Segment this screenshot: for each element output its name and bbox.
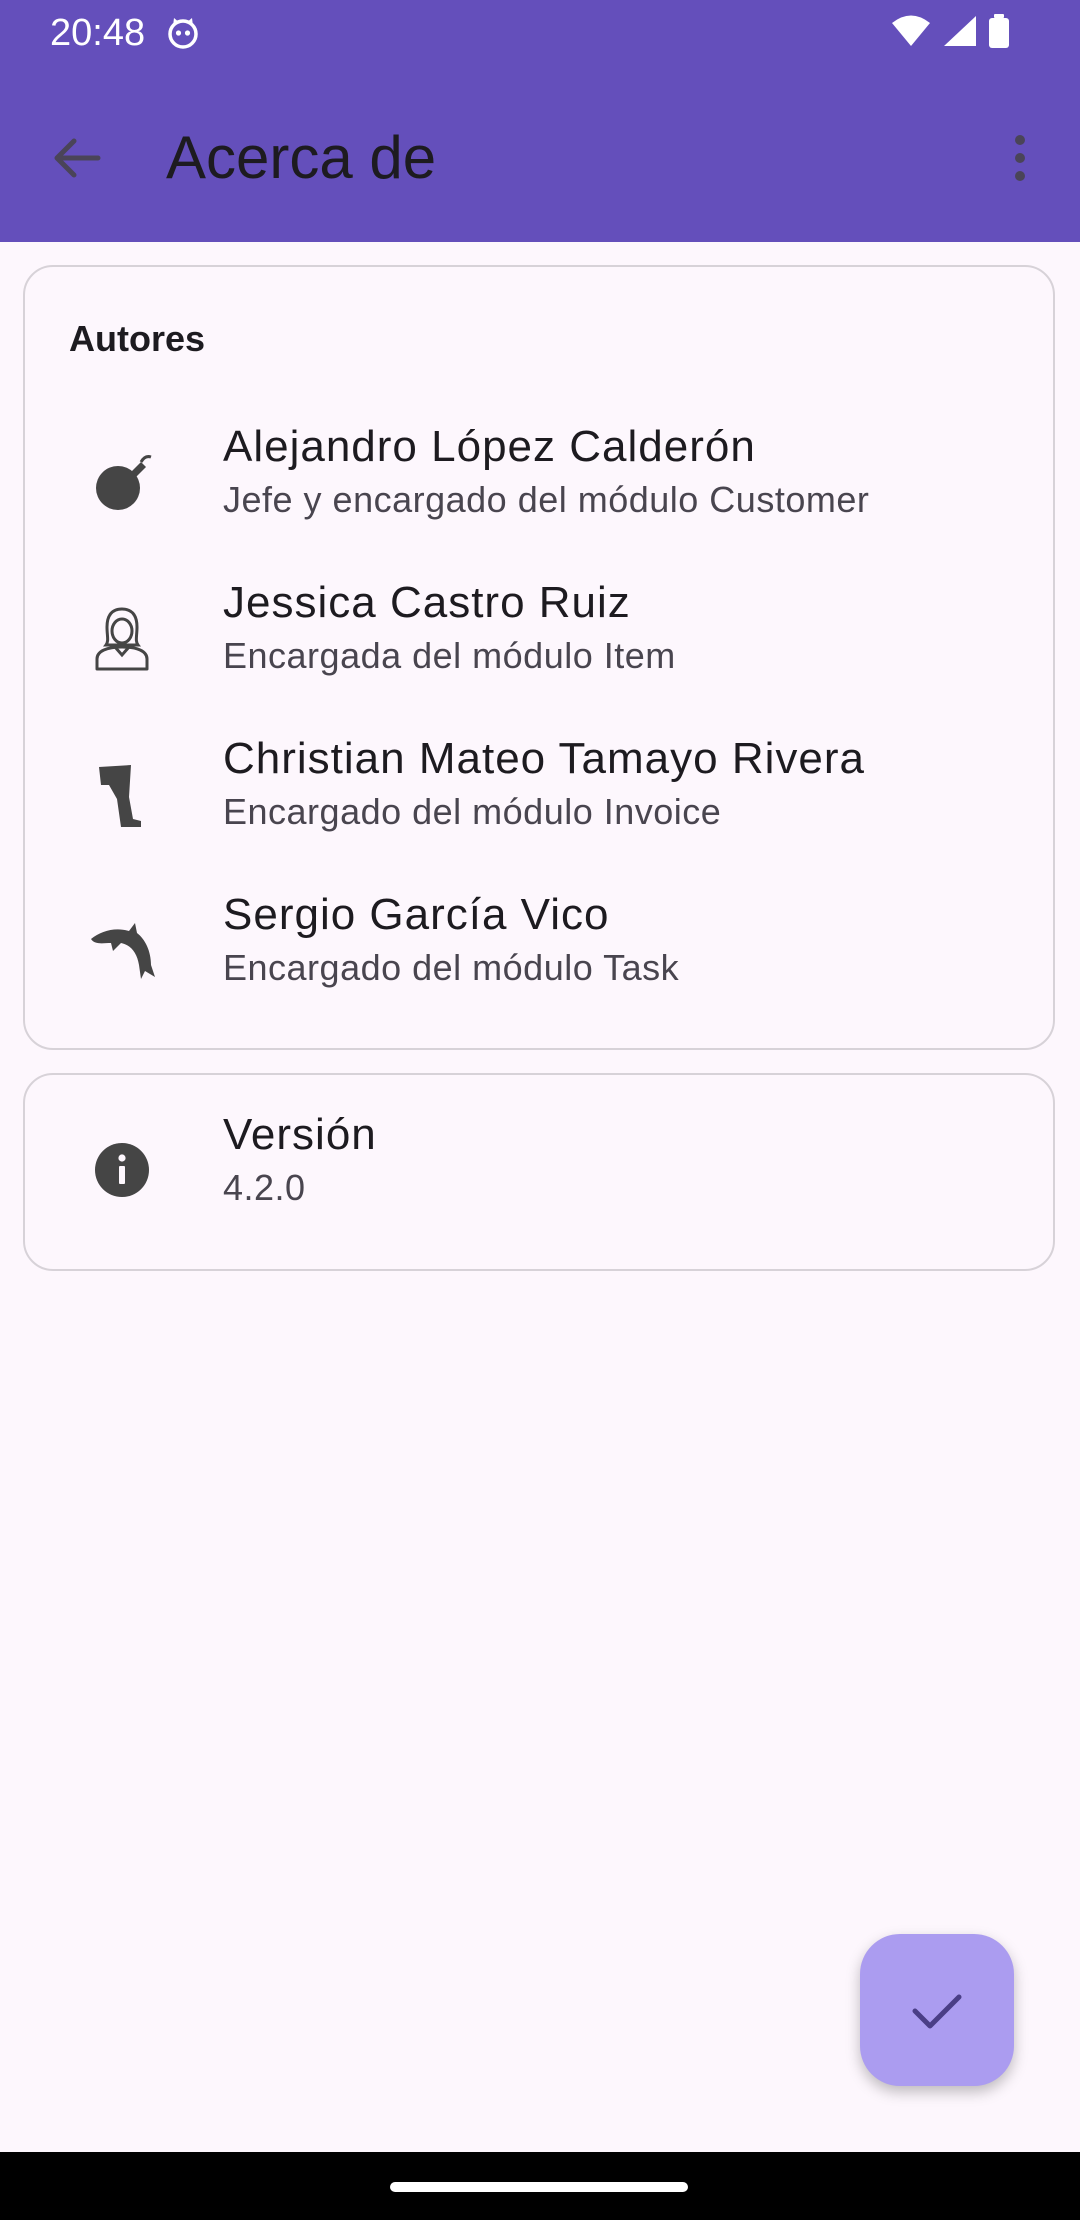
author-item-jessica[interactable]: Jessica Castro Ruiz Encargada del módulo… <box>25 563 1053 713</box>
check-icon <box>912 1994 962 2029</box>
author-name: Jessica Castro Ruiz <box>223 578 631 627</box>
version-card: Versión 4.2.0 <box>23 1073 1055 1271</box>
version-value: 4.2.0 <box>223 1167 306 1208</box>
woman-avatar-icon <box>87 603 157 673</box>
battery-icon <box>988 13 1010 53</box>
author-name: Sergio García Vico <box>223 890 610 939</box>
status-time: 20:48 <box>50 12 146 54</box>
arrow-back-icon <box>54 138 101 178</box>
version-item[interactable]: Versión 4.2.0 <box>25 1095 1053 1245</box>
author-name: Christian Mateo Tamayo Rivera <box>223 734 865 783</box>
author-item-christian[interactable]: Christian Mateo Tamayo Rivera Encargado … <box>25 719 1053 869</box>
back-button[interactable] <box>40 122 112 194</box>
author-role: Encargado del módulo Task <box>223 947 680 988</box>
dolphin-icon <box>87 915 157 985</box>
cat-notification-icon <box>166 16 200 50</box>
bomb-icon <box>87 447 157 517</box>
author-role: Jefe y encargado del módulo Customer <box>223 479 870 520</box>
author-role: Encargado del módulo Invoice <box>223 791 722 832</box>
more-options-button[interactable] <box>984 122 1056 194</box>
author-item-alejandro[interactable]: Alejandro López Calderón Jefe y encargad… <box>25 407 1053 557</box>
wifi-icon <box>890 14 932 53</box>
top-app-bar: Acerca de <box>0 64 1080 242</box>
signal-icon <box>942 14 978 53</box>
navigation-bar <box>0 2152 1080 2220</box>
author-item-sergio[interactable]: Sergio García Vico Encargado del módulo … <box>25 875 1053 1025</box>
version-label: Versión <box>223 1110 377 1159</box>
author-role: Encargada del módulo Item <box>223 635 676 676</box>
author-name: Alejandro López Calderón <box>223 422 756 471</box>
authors-section-title: Autores <box>69 318 206 359</box>
leg-icon <box>87 759 157 829</box>
authors-card: Autores Alejandro López Calderón Jefe y … <box>23 265 1055 1050</box>
more-vert-icon <box>1015 135 1025 181</box>
confirm-fab[interactable] <box>860 1934 1014 2086</box>
info-icon <box>87 1135 157 1205</box>
home-gesture-handle[interactable] <box>390 2182 688 2192</box>
page-title: Acerca de <box>166 124 437 191</box>
status-bar: 20:48 <box>0 0 1080 64</box>
